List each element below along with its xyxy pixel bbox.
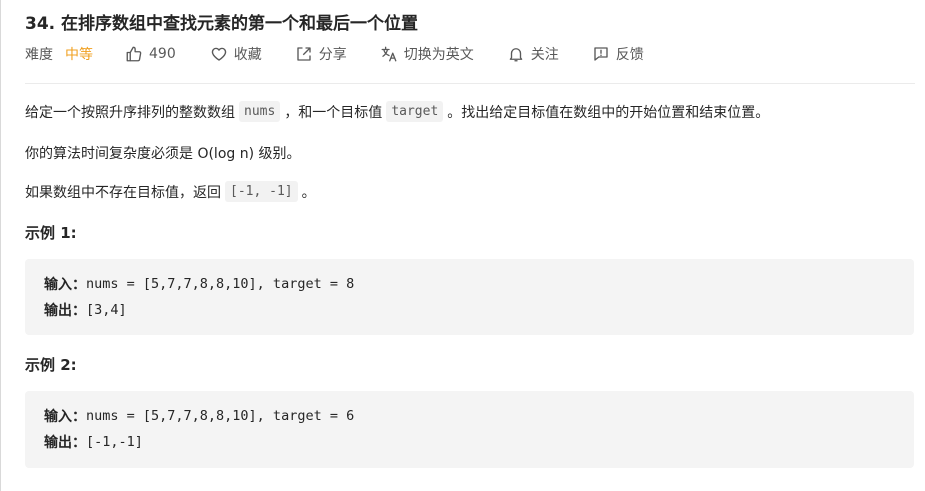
share-label: 分享 [318, 47, 347, 63]
feedback-button[interactable]: 反馈 [592, 44, 644, 64]
inline-code-nums: nums [239, 101, 281, 122]
problem-title: 34. 在排序数组中查找元素的第一个和最后一个位置 [25, 14, 419, 34]
output-label: 输出： [44, 435, 86, 451]
input-value: nums = [5,7,7,8,8,10], target = 6 [86, 408, 355, 424]
description-text: ，和一个目标值 [284, 104, 383, 121]
problem-meta-bar: 难度 中等 490 收藏 分享 切换为英文 关注 反馈 [25, 43, 644, 65]
share-button[interactable]: 分享 [295, 44, 347, 64]
example-2-input-line: 输入： nums = [5,7,7,8,8,10], target = 6 [44, 406, 354, 426]
example-2-code-block: 输入： nums = [5,7,7,8,8,10], target = 6 输出… [25, 391, 914, 468]
description-text: 你的算法时间复杂度必须是 O(log n) 级别。 [25, 146, 301, 162]
input-value: nums = [5,7,7,8,8,10], target = 8 [86, 276, 355, 292]
feedback-label: 反馈 [615, 47, 644, 63]
translate-icon [380, 45, 398, 63]
header-divider [25, 83, 915, 84]
follow-button[interactable]: 关注 [507, 44, 559, 64]
example-1-code-block: 输入： nums = [5,7,7,8,8,10], target = 8 输出… [25, 259, 914, 335]
example-1-output-line: 输出： [3,4] [44, 300, 127, 320]
output-value: [-1,-1] [86, 434, 143, 450]
favorite-label: 收藏 [233, 47, 262, 63]
example-2-output-line: 输出： [-1,-1] [44, 432, 143, 452]
description-text: 。 [301, 184, 316, 201]
output-label: 输出： [44, 303, 86, 319]
description-paragraph-1: 给定一个按照升序排列的整数数组 nums ，和一个目标值 target 。找出给… [25, 101, 769, 122]
like-count: 490 [149, 46, 176, 62]
translate-label: 切换为英文 [403, 47, 474, 63]
description-paragraph-3: 如果数组中不存在目标值，返回 [-1, -1] 。 [25, 181, 316, 202]
input-label: 输入： [44, 277, 86, 293]
description-paragraph-2: 你的算法时间复杂度必须是 O(log n) 级别。 [25, 143, 301, 163]
thumbs-up-icon [125, 45, 143, 63]
bell-icon [507, 45, 525, 63]
difficulty-value: 中等 [65, 47, 93, 63]
favorite-button[interactable]: 收藏 [210, 44, 262, 64]
share-icon [295, 45, 313, 63]
feedback-icon [592, 45, 610, 63]
description-text: 。找出给定目标值在数组中的开始位置和结束位置。 [447, 104, 770, 121]
like-button[interactable]: 490 [125, 45, 176, 63]
difficulty-label: 难度 [25, 47, 53, 63]
example-2-heading: 示例 2: [25, 356, 77, 374]
inline-code-target: target [386, 101, 444, 122]
follow-label: 关注 [530, 47, 559, 63]
translate-button[interactable]: 切换为英文 [380, 44, 474, 64]
input-label: 输入： [44, 409, 86, 425]
description-text: 给定一个按照升序排列的整数数组 [25, 104, 235, 121]
description-text: 如果数组中不存在目标值，返回 [25, 184, 221, 201]
heart-icon [210, 45, 228, 63]
panel-left-border [0, 0, 1, 491]
output-value: [3,4] [86, 302, 127, 318]
example-1-input-line: 输入： nums = [5,7,7,8,8,10], target = 8 [44, 274, 354, 294]
inline-code-not-found: [-1, -1] [225, 181, 298, 202]
example-1-heading: 示例 1: [25, 224, 77, 242]
